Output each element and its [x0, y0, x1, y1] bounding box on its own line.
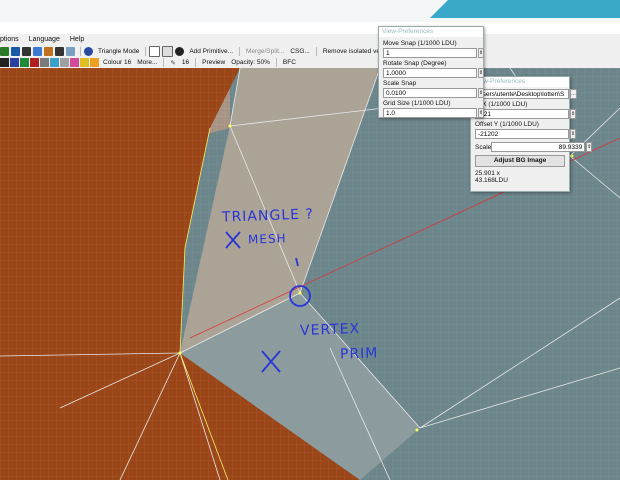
bg-image-preferences-panel: View-Preferences … et X (1/1000 LDU) ⇕ O… — [470, 76, 593, 192]
select-box-icon[interactable] — [149, 45, 161, 57]
add-primitive-button[interactable]: Add Primitive... — [189, 48, 233, 55]
annotation-prim: PRIM — [339, 345, 379, 363]
offset-x-spinner[interactable]: ⇕ — [570, 109, 577, 119]
cut-tool-icon[interactable] — [22, 46, 31, 56]
grid-size-input[interactable] — [383, 108, 477, 118]
copy-tool-icon[interactable] — [33, 46, 42, 56]
toolbar-separator — [315, 46, 317, 56]
preview-toggle[interactable]: Preview — [202, 59, 225, 66]
scale-snap-spinner[interactable]: ⇕ — [478, 88, 485, 98]
window-top-strip — [0, 0, 620, 22]
bfc-toggle[interactable]: BFC — [283, 59, 296, 66]
colour-swatch[interactable] — [90, 58, 99, 67]
colour-swatch[interactable] — [50, 58, 59, 67]
toolbar-separator — [145, 46, 147, 56]
toolbar-separator — [163, 58, 165, 67]
menubar: ptions Language Help — [0, 34, 620, 45]
colour-swatch[interactable] — [10, 58, 19, 67]
colour-swatch[interactable] — [70, 58, 79, 67]
line-thickness-value[interactable]: 16 — [182, 59, 189, 66]
browse-button[interactable]: … — [570, 89, 577, 99]
bg-dimensions-width: 25.901 x — [475, 170, 500, 177]
rotate-snap-label: Rotate Snap (Degree) — [383, 60, 447, 67]
scale-snap-label: Scale Snap — [383, 80, 417, 87]
grid-size-label: Grid Size (1/1000 LDU) — [383, 100, 451, 107]
toolbar-separator — [80, 46, 81, 56]
offset-y-label: Offset Y (1/1000 LDU) — [475, 121, 539, 128]
offset-x-label: et X (1/1000 LDU) — [475, 101, 528, 108]
colour-swatch[interactable] — [60, 58, 69, 67]
move-snap-spinner[interactable]: ⇕ — [478, 48, 485, 58]
offset-y-spinner[interactable]: ⇕ — [570, 129, 577, 139]
main-toolbar: Triangle Mode Add Primitive... Merge/Spl… — [0, 45, 620, 57]
annotation-mesh: MESH — [247, 231, 287, 247]
bg-image-path-input[interactable] — [475, 89, 569, 99]
move-tool-icon[interactable] — [11, 46, 20, 56]
colour-label: Colour 16 — [103, 59, 132, 66]
move-snap-input[interactable] — [383, 48, 477, 58]
paste-tool-icon[interactable] — [44, 46, 53, 56]
panel-title: View-Preferences — [379, 27, 483, 37]
annotation-vertex: VERTEX — [299, 320, 361, 340]
panel-title: View-Preferences — [471, 77, 569, 87]
colour-swatch[interactable] — [40, 58, 49, 67]
opacity-dropdown[interactable]: Opacity: 50% — [231, 59, 270, 66]
arrow-tool-icon[interactable] — [0, 46, 9, 56]
scale-spinner[interactable]: ⇕ — [586, 142, 593, 152]
adjust-bg-image-button[interactable]: Adjust BG Image — [475, 155, 565, 167]
colour-swatch[interactable] — [0, 58, 9, 67]
menu-language[interactable]: Language — [29, 34, 60, 45]
merge-split-dropdown[interactable]: Merge/Split... — [246, 48, 284, 55]
rotate-snap-input[interactable] — [383, 68, 477, 78]
colour-swatch[interactable] — [20, 58, 29, 67]
rotate-snap-spinner[interactable]: ⇕ — [478, 68, 485, 78]
window-accent-bar — [430, 0, 620, 18]
pencil-icon[interactable]: ✎ — [170, 59, 175, 67]
grid-size-spinner[interactable]: ⇕ — [478, 108, 485, 118]
eye-icon[interactable] — [175, 46, 185, 56]
annotation-triangle: TRIANGLE ? — [221, 206, 315, 226]
view-preferences-panel: View-Preferences Move Snap (1/1000 LDU) … — [378, 26, 485, 118]
shield-icon — [84, 46, 93, 56]
toolbar-separator — [195, 58, 197, 67]
more-colours-button[interactable]: More... — [137, 59, 157, 66]
csg-dropdown[interactable]: CSG... — [290, 48, 310, 55]
menu-options[interactable]: ptions — [0, 34, 19, 45]
colour-swatch[interactable] — [30, 58, 39, 67]
colour-swatch[interactable] — [80, 58, 89, 67]
mirror-tool-icon[interactable] — [66, 46, 75, 56]
box-tool-icon[interactable] — [55, 46, 64, 56]
offset-x-input[interactable] — [475, 109, 569, 119]
copy-box-icon[interactable] — [162, 45, 174, 57]
scale-label: Scale — [475, 143, 492, 151]
offset-y-input[interactable] — [475, 129, 569, 139]
scale-snap-input[interactable] — [383, 88, 477, 98]
menu-help[interactable]: Help — [70, 34, 84, 45]
toolbar-separator — [239, 46, 241, 56]
toolbar-separator — [275, 58, 277, 67]
bg-image-path-row: … — [475, 89, 577, 99]
bg-dimensions-height: 43.168LDU — [475, 177, 508, 184]
triangle-mode-dropdown[interactable]: Triangle Mode — [98, 48, 139, 55]
move-snap-label: Move Snap (1/1000 LDU) — [383, 40, 457, 47]
scale-input[interactable] — [491, 142, 586, 152]
colour-palette — [0, 58, 100, 67]
